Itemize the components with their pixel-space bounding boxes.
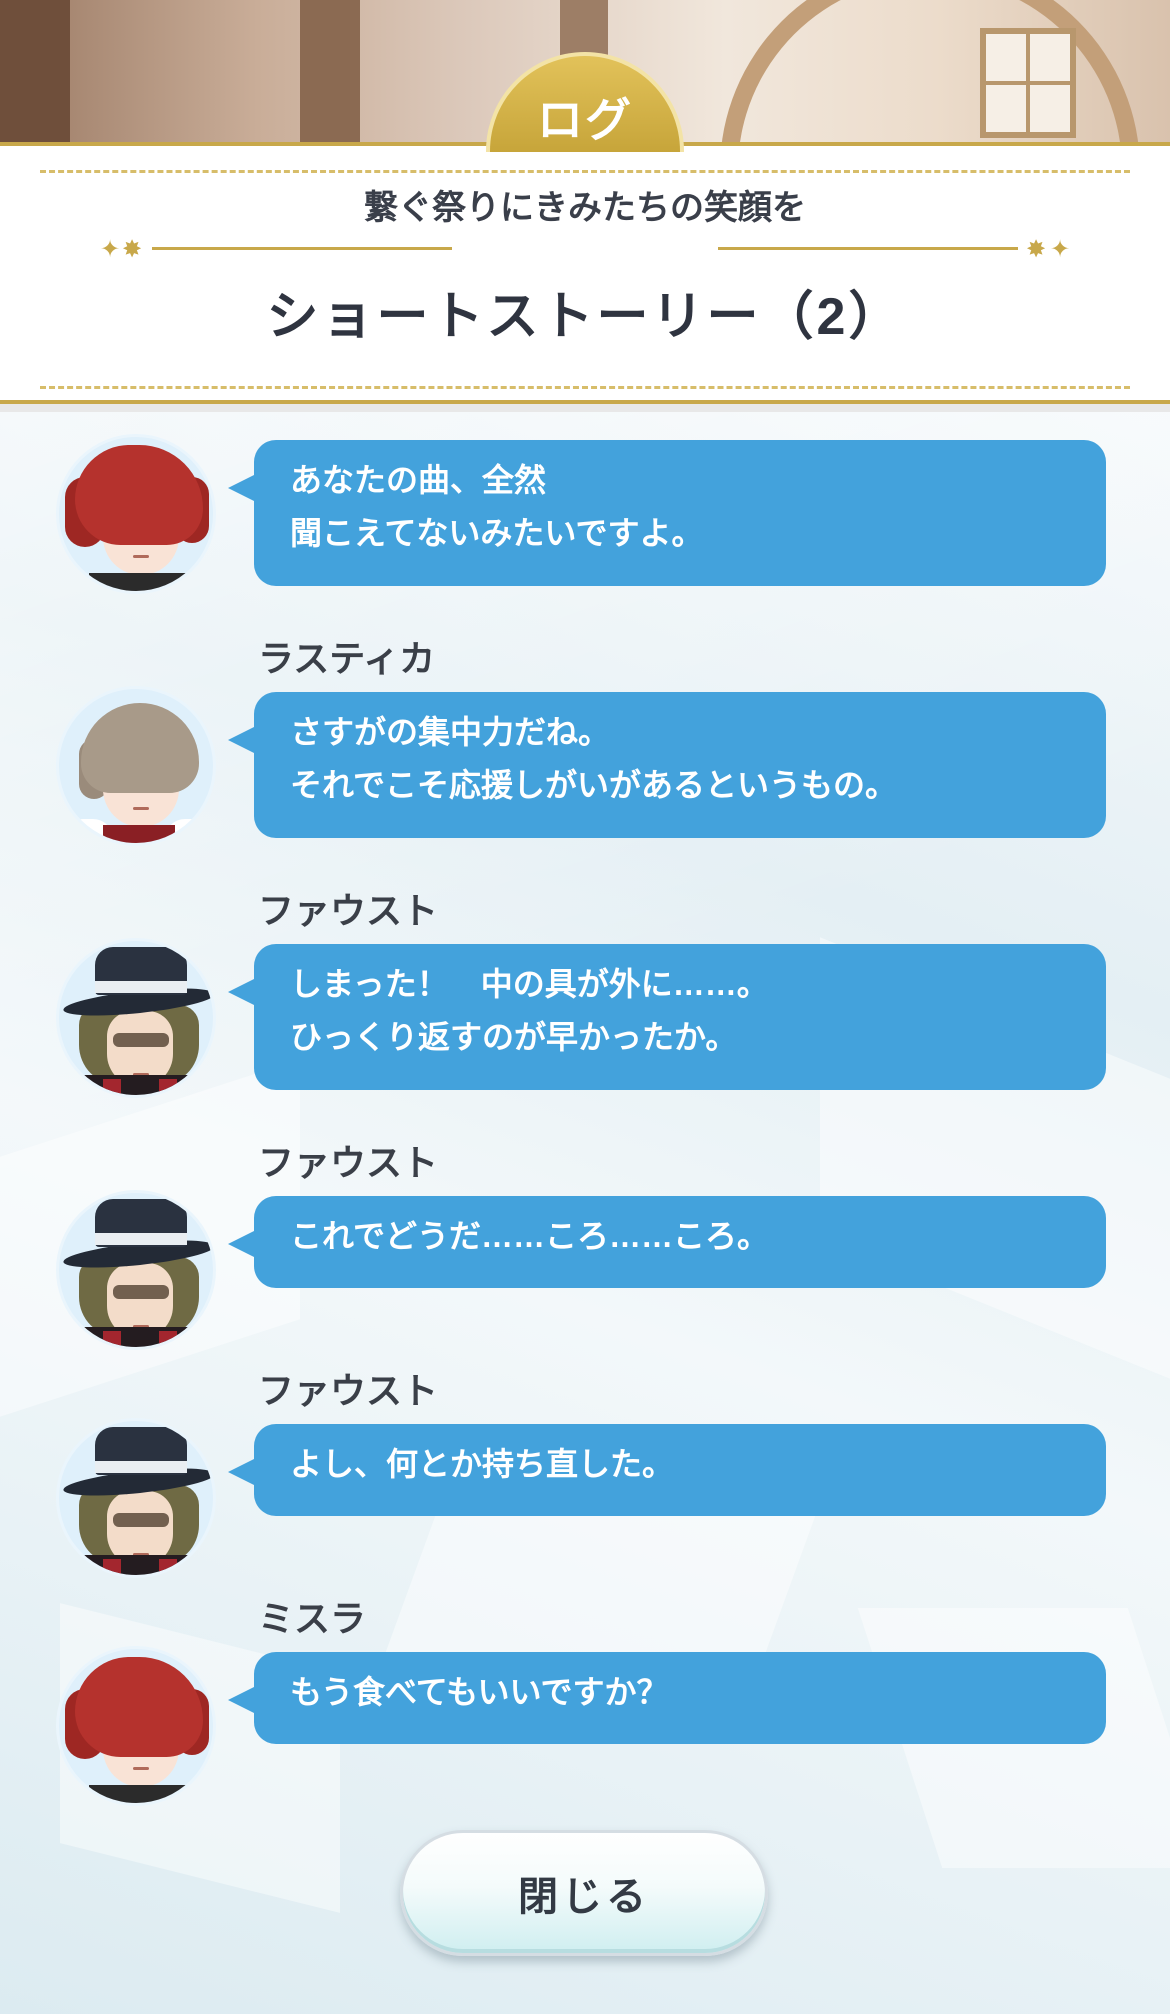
speaker-name: ミスラ bbox=[258, 1598, 367, 1639]
story-title: ショートストーリー（2） bbox=[266, 288, 904, 346]
right-ornament: ✸ ✦ bbox=[710, 234, 1070, 264]
left-ornament: ✦ ✸ bbox=[100, 234, 460, 264]
dialogue-bubble: あなたの曲、全然 聞こえてないみたいですよ。 bbox=[228, 440, 1106, 586]
dialogue-bubble: さすがの集中力だね。 それでこそ応援しがいがあるというもの。 bbox=[228, 692, 1106, 838]
close-button[interactable]: 閉じる bbox=[400, 1830, 768, 1956]
avatar-hat bbox=[56, 1190, 216, 1350]
dialogue-bubble: これでどうだ……ころ……ころ。 bbox=[228, 1196, 1106, 1288]
dialogue-bubble: よし、何とか持ち直した。 bbox=[228, 1424, 1106, 1516]
header-divider bbox=[0, 404, 1170, 412]
window-decoration bbox=[980, 28, 1076, 138]
speaker-name: ラスティカ bbox=[258, 638, 436, 679]
story-header: 繋ぐ祭りにきみたちの笑顔を ✦ ✸ ✸ ✦ ショートストーリー（2） bbox=[0, 142, 1170, 404]
speaker-name: ファウスト bbox=[258, 1142, 439, 1183]
story-subtitle: 繋ぐ祭りにきみたちの笑顔を bbox=[364, 189, 806, 227]
avatar-ash-hair bbox=[56, 686, 216, 846]
log-tab-label: ログ bbox=[537, 94, 633, 146]
dialogue-bubble: しまった！ 中の具が外に……。 ひっくり返すのが早かったか。 bbox=[228, 944, 1106, 1090]
close-button-label: 閉じる bbox=[518, 1875, 650, 1919]
dialogue-bubble: もう食べてもいいですか？ bbox=[228, 1652, 1106, 1744]
speaker-name: ファウスト bbox=[258, 890, 439, 931]
avatar-hat bbox=[56, 1418, 216, 1578]
dialogue-log[interactable]: あなたの曲、全然 聞こえてないみたいですよ。 ラスティカ さすがの集中力だね。 … bbox=[0, 408, 1170, 2014]
avatar-red-hair bbox=[56, 434, 216, 594]
speaker-name: ファウスト bbox=[258, 1370, 439, 1411]
avatar-red-hair bbox=[56, 1646, 216, 1806]
avatar-hat bbox=[56, 938, 216, 1098]
